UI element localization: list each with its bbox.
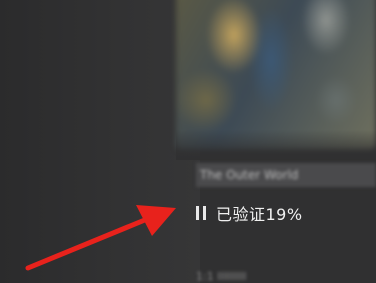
background-panel — [0, 0, 200, 283]
pause-icon-bar-left — [196, 206, 199, 220]
video-thumbnail[interactable] — [176, 0, 376, 150]
upload-item-panel: The Outer World 已验证19% 1:1 IIIIIIIII — [0, 0, 376, 283]
pause-icon[interactable] — [196, 206, 206, 220]
video-title[interactable]: The Outer World — [196, 163, 376, 187]
thumbnail-shadow — [176, 130, 376, 160]
upload-status-row: 已验证19% — [196, 200, 303, 226]
video-meta: 1:1 IIIIIIIII — [196, 270, 247, 283]
pause-icon-bar-right — [203, 206, 206, 220]
upload-status-text: 已验证19% — [216, 205, 303, 224]
